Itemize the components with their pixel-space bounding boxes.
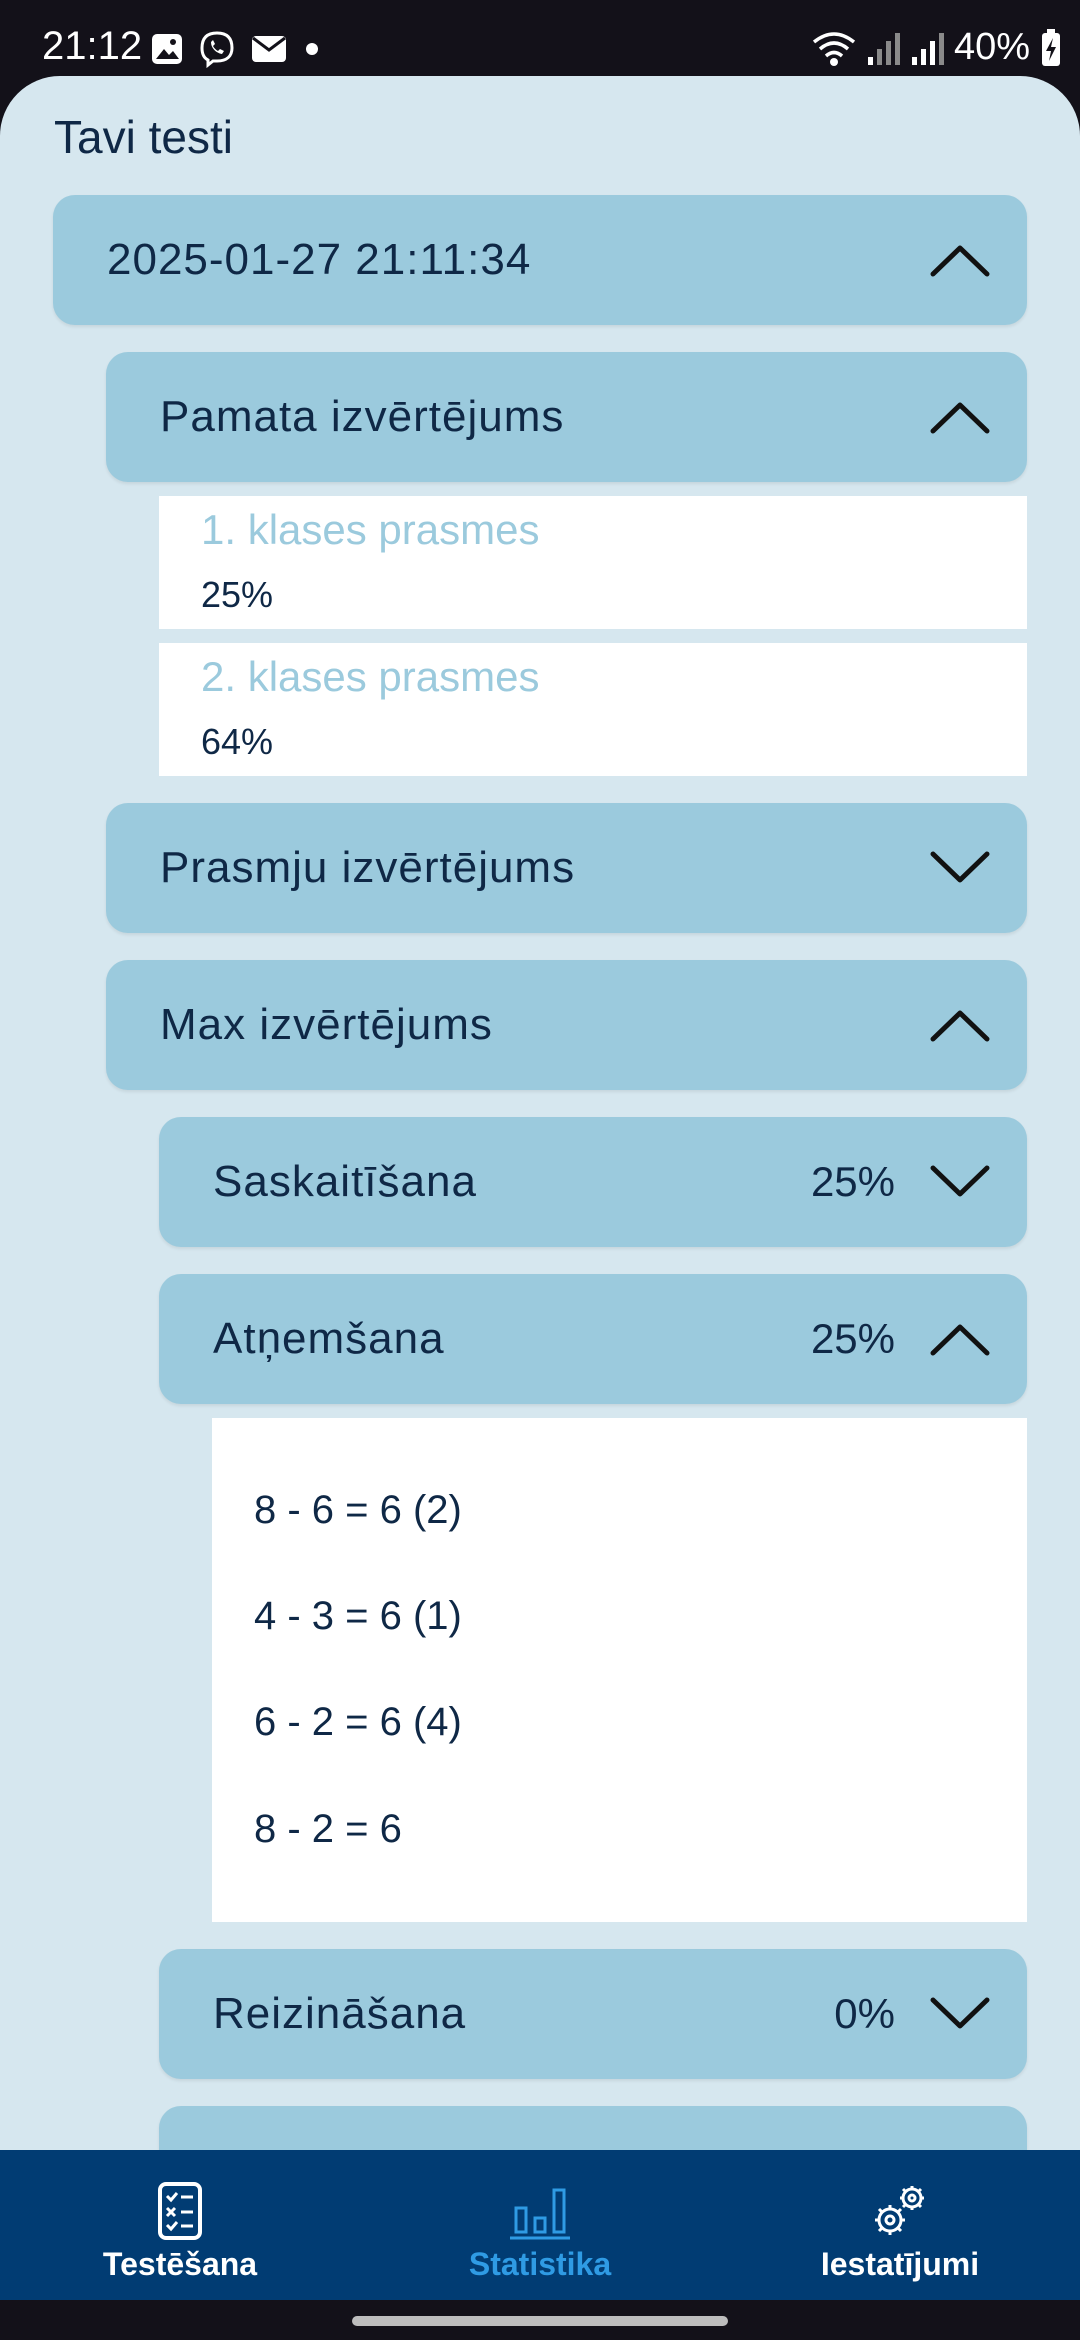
gears-icon [875,2186,924,2235]
nav-label: Statistika [468,2246,612,2282]
skill-card: 1. klases prasmes 25% [159,496,1027,629]
category-next-header[interactable] [159,2106,1027,2150]
signal-icon [911,32,944,65]
gallery-icon [152,34,182,64]
checklist-icon [158,2182,202,2240]
chevron-down-icon [930,851,990,883]
category-percent: 25% [810,1315,895,1362]
category-percent: 0% [834,1990,895,2037]
page-title: Tavi testi [54,111,233,163]
status-time: 21:12 [42,24,143,68]
category-multiplication-header[interactable]: Reizināšana 0% [159,1949,1027,2079]
equation-item: 4 - 3 = 6 (1) [254,1594,462,1638]
equation-item: 6 - 2 = 6 (4) [254,1700,462,1744]
basic-evaluation-header[interactable]: Pamata izvērtējums [106,352,1027,482]
test-accordion-header[interactable]: 2025-01-27 21:11:34 [53,195,1027,325]
battery-percent: 40% [953,26,1030,68]
nav-statistics[interactable]: Statistika [360,2150,720,2300]
bottom-navigation: Testēšana Statistika Iestatījumi [0,2150,1080,2300]
category-subtraction-header[interactable]: Atņemšana 25% [159,1274,1027,1404]
section-label: Prasmju izvērtējums [160,843,576,892]
category-label: Saskaitīšana [213,1157,477,1206]
chevron-up-icon [930,1324,990,1356]
battery-charging-icon [1042,28,1060,66]
skill-value: 25% [201,574,274,615]
category-percent: 25% [810,1158,895,1205]
category-addition-header[interactable]: Saskaitīšana 25% [159,1117,1027,1247]
viber-icon [200,31,234,68]
gesture-handle[interactable] [352,2316,728,2326]
chevron-up-icon [930,402,990,434]
equation-item: 8 - 6 = 6 (2) [254,1488,462,1532]
chevron-up-icon [930,245,990,277]
category-label: Atņemšana [213,1314,445,1363]
mail-icon [252,36,286,62]
skill-name: 1. klases prasmes [201,506,540,553]
signal-icon [867,32,900,65]
category-label: Reizināšana [213,1989,467,2038]
chevron-up-icon [930,1010,990,1042]
gesture-area [0,2300,1080,2340]
nav-testing[interactable]: Testēšana [0,2150,360,2300]
equation-item: 8 - 2 = 6 [254,1807,402,1851]
section-label: Max izvērtējums [160,1000,493,1049]
nav-label: Testēšana [102,2246,258,2282]
skill-value: 64% [201,721,274,762]
chevron-down-icon [930,1997,990,2029]
skill-card: 2. klases prasmes 64% [159,643,1027,776]
nav-label: Iestatījumi [820,2246,980,2282]
nav-settings[interactable]: Iestatījumi [720,2150,1080,2300]
stats-screen: Tavi testi 2025-01-27 21:11:34 Pamata iz… [0,76,1080,2150]
chevron-down-icon [930,1165,990,1197]
dot-icon [306,43,318,55]
skill-name: 2. klases prasmes [201,653,540,700]
max-evaluation-header[interactable]: Max izvērtējums [106,960,1027,1090]
wifi-icon [812,31,856,66]
equations-card: 8 - 6 = 6 (2) 4 - 3 = 6 (1) 6 - 2 = 6 (4… [212,1418,1027,1922]
skills-evaluation-header[interactable]: Prasmju izvērtējums [106,803,1027,933]
bar-chart-icon [510,2188,570,2240]
test-datetime: 2025-01-27 21:11:34 [107,235,532,284]
section-label: Pamata izvērtējums [160,392,565,441]
